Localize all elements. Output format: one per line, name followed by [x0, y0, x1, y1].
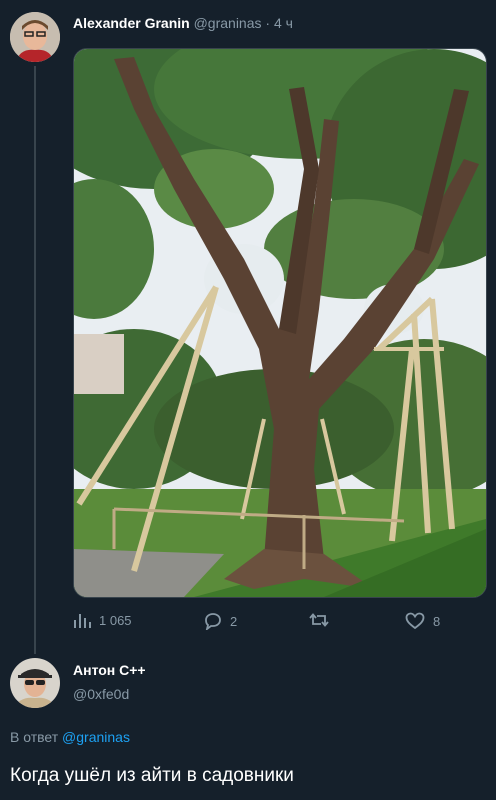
reply-button[interactable]: 2: [204, 612, 237, 630]
reply-prefix: В ответ: [10, 729, 59, 745]
tweet1-header: Alexander Granin @graninas · 4 ч: [73, 15, 293, 31]
views-count: 1 065: [99, 612, 132, 628]
thread-connector-line: [34, 66, 36, 654]
retweet-icon: [309, 613, 329, 627]
separator-dot: ·: [265, 15, 271, 31]
avatar-image: [10, 658, 60, 708]
tree-photo: [74, 49, 486, 597]
reply-count: 2: [230, 613, 238, 629]
tweet-text: Когда ушёл из айти в садовники: [10, 765, 294, 786]
reply-icon: [205, 613, 221, 630]
author-name[interactable]: Антон С++: [73, 662, 146, 678]
reply-context: В ответ @graninas: [10, 729, 130, 745]
tweet2-header: Антон С++ @0xfe0d: [73, 662, 146, 702]
author-name[interactable]: Alexander Granin: [73, 15, 190, 31]
heart-icon: [405, 612, 425, 630]
tweet-image[interactable]: [73, 48, 487, 598]
avatar-anton[interactable]: [10, 658, 60, 708]
tweet-time[interactable]: 4 ч: [274, 15, 293, 31]
reply-to-handle-link[interactable]: @graninas: [62, 729, 130, 745]
like-count: 8: [433, 613, 441, 629]
avatar-image: [10, 12, 60, 62]
author-handle[interactable]: @graninas: [194, 15, 262, 31]
retweet-button[interactable]: [309, 612, 337, 628]
like-button[interactable]: 8: [405, 612, 440, 630]
avatar-alexander-granin[interactable]: [10, 12, 60, 62]
views-stat[interactable]: 1 065: [73, 612, 132, 628]
tweet-actions: 1 065 2 8: [73, 612, 473, 634]
author-handle[interactable]: @0xfe0d: [73, 686, 146, 702]
analytics-icon: [74, 614, 91, 628]
